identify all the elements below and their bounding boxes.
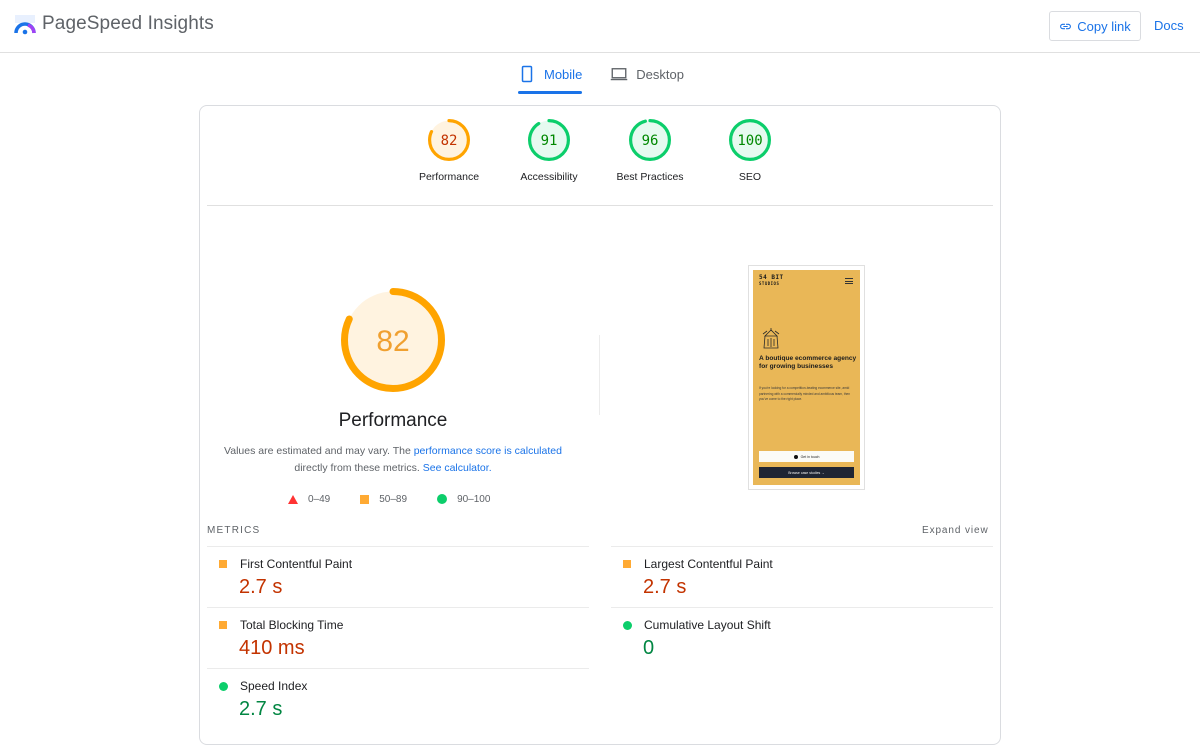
thumb-case-studies-button: Browse case studies →	[759, 467, 854, 478]
thumb-get-in-touch-button: Get in touch	[759, 451, 854, 462]
metric-value: 2.7 s	[239, 576, 283, 598]
gauge-best-practices[interactable]: 96 Best Practices	[600, 118, 700, 183]
laptop-icon	[611, 68, 628, 81]
dot-icon	[793, 454, 798, 459]
device-tabs: Mobile Desktop	[518, 60, 684, 94]
metric-name: Speed Index	[240, 679, 308, 693]
metric-value: 410 ms	[239, 637, 305, 659]
metrics-heading: METRICS	[207, 525, 261, 536]
legend-range: 50–89	[379, 493, 408, 505]
performance-big-gauge: 82	[341, 288, 445, 392]
smartphone-icon	[521, 65, 533, 83]
gauge-seo[interactable]: 100 SEO	[700, 118, 800, 183]
gauge-score: 100	[737, 133, 762, 149]
legend-range: 0–49	[308, 493, 331, 505]
metric-name: Cumulative Layout Shift	[644, 618, 771, 632]
circle-icon	[437, 494, 448, 504]
desc-text: Values are estimated and may vary. The	[224, 445, 414, 457]
gauge-score: 82	[441, 133, 458, 149]
thumb-headline: A boutique ecommerce agency for growing …	[759, 355, 857, 370]
gauge-label: SEO	[738, 171, 762, 183]
thumb-brand-line: STUDIOS	[759, 281, 780, 286]
metric-name: Total Blocking Time	[240, 618, 344, 632]
gauge-score: 91	[541, 133, 558, 149]
square-icon	[360, 494, 370, 504]
gauge-label: Performance	[418, 171, 480, 183]
vertical-divider	[599, 335, 600, 415]
tab-desktop[interactable]: Desktop	[610, 60, 684, 88]
hamburger-icon	[845, 278, 853, 284]
tab-mobile[interactable]: Mobile	[518, 60, 583, 94]
link-icon	[1060, 23, 1072, 29]
tab-desktop-label: Desktop	[636, 66, 684, 82]
triangle-icon	[288, 494, 298, 504]
metric-value: 0	[643, 637, 655, 659]
screenshot-image: 54 BIT STUDIOS A boutique ecommerce agen…	[753, 270, 860, 485]
gauge-label: Accessibility	[520, 171, 578, 183]
gauge-accessibility[interactable]: 91 Accessibility	[499, 118, 599, 183]
copy-link-button[interactable]: Copy link	[1049, 11, 1141, 41]
metric-name: Largest Contentful Paint	[644, 557, 773, 571]
illustration-icon	[762, 328, 780, 349]
legend-item-average: 50–89	[360, 494, 407, 505]
copy-link-label: Copy link	[1077, 18, 1131, 34]
divider	[207, 205, 993, 206]
score-gauge: 100	[729, 119, 771, 161]
desc-text: directly from these metrics.	[294, 462, 423, 474]
legend-item-fail: 0–49	[288, 494, 330, 505]
thumb-brand: 54 BIT STUDIOS	[759, 275, 784, 287]
metric-value: 2.7 s	[643, 576, 687, 598]
final-screenshot[interactable]: 54 BIT STUDIOS A boutique ecommerce agen…	[748, 265, 865, 490]
score-legend: 0–49 50–89 90–100	[288, 492, 520, 506]
app-title: PageSpeed Insights	[42, 13, 214, 34]
thumb-button-label: Get in touch	[800, 454, 820, 459]
performance-title: Performance	[338, 410, 448, 431]
metric-value: 2.7 s	[239, 698, 283, 720]
gauge-label: Best Practices	[616, 171, 684, 183]
docs-link[interactable]: Docs	[1154, 18, 1184, 33]
legend-item-pass: 90–100	[437, 494, 490, 505]
performance-description: Values are estimated and may vary. The p…	[215, 443, 571, 477]
top-bar: PageSpeed Insights Copy link Docs	[0, 0, 1200, 53]
metric-name: First Contentful Paint	[240, 557, 353, 571]
metric-speed-index: Speed Index 2.7 s	[207, 669, 587, 729]
score-calculated-link[interactable]: performance score is calculated	[414, 445, 562, 457]
score-gauge: 96	[629, 119, 671, 161]
average-square-icon	[623, 560, 631, 568]
see-calculator-link[interactable]: See calculator.	[423, 462, 492, 474]
pass-circle-icon	[219, 682, 228, 691]
expand-view-toggle[interactable]: Expand view	[922, 525, 989, 536]
metric-total-blocking-time: Total Blocking Time 410 ms	[207, 608, 587, 668]
category-gauges: 82 Performance 91 Accessibility 96 Best …	[200, 118, 1000, 198]
average-square-icon	[219, 621, 227, 629]
gauge-score: 96	[642, 133, 659, 149]
score-gauge: 91	[528, 119, 570, 161]
gauge-performance[interactable]: 82 Performance	[399, 118, 499, 183]
thumb-body: If you're looking for a competition-beat…	[759, 386, 851, 401]
average-square-icon	[219, 560, 227, 568]
tab-mobile-label: Mobile	[544, 66, 583, 82]
gauge-score: 82	[376, 325, 409, 358]
score-gauge: 82	[428, 119, 470, 161]
metric-cumulative-layout-shift: Cumulative Layout Shift 0	[611, 608, 991, 668]
metric-largest-contentful-paint: Largest Contentful Paint 2.7 s	[611, 547, 991, 607]
legend-range: 90–100	[457, 493, 491, 505]
pagespeed-logo-icon	[14, 15, 36, 35]
metric-first-contentful-paint: First Contentful Paint 2.7 s	[207, 547, 587, 607]
pass-circle-icon	[623, 621, 632, 630]
